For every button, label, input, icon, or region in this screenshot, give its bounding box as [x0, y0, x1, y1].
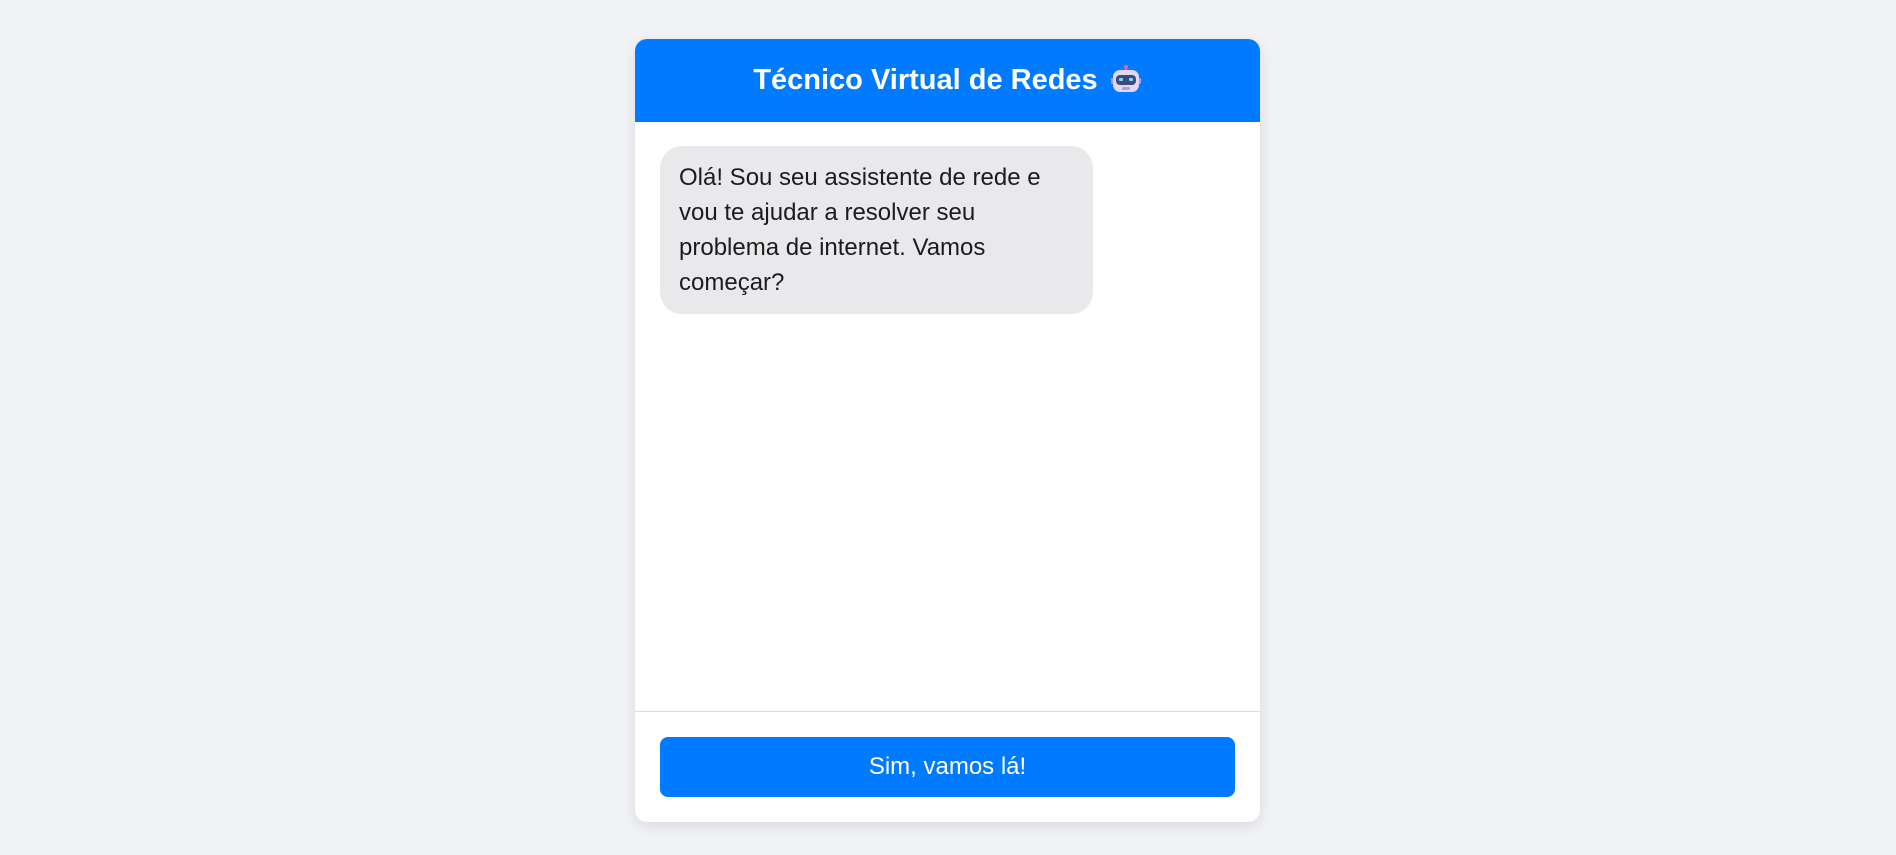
chat-title: Técnico Virtual de Redes — [753, 64, 1098, 96]
chat-window: Técnico Virtual de Redes Olá! Sou seu as… — [635, 39, 1260, 822]
chat-header: Técnico Virtual de Redes — [635, 39, 1260, 122]
bot-message: Olá! Sou seu assistente de rede e vou te… — [660, 146, 1093, 314]
chat-footer: Sim, vamos lá! — [635, 712, 1260, 822]
robot-icon — [1110, 64, 1142, 97]
chat-messages: Olá! Sou seu assistente de rede e vou te… — [635, 122, 1260, 712]
start-button[interactable]: Sim, vamos lá! — [660, 737, 1235, 797]
